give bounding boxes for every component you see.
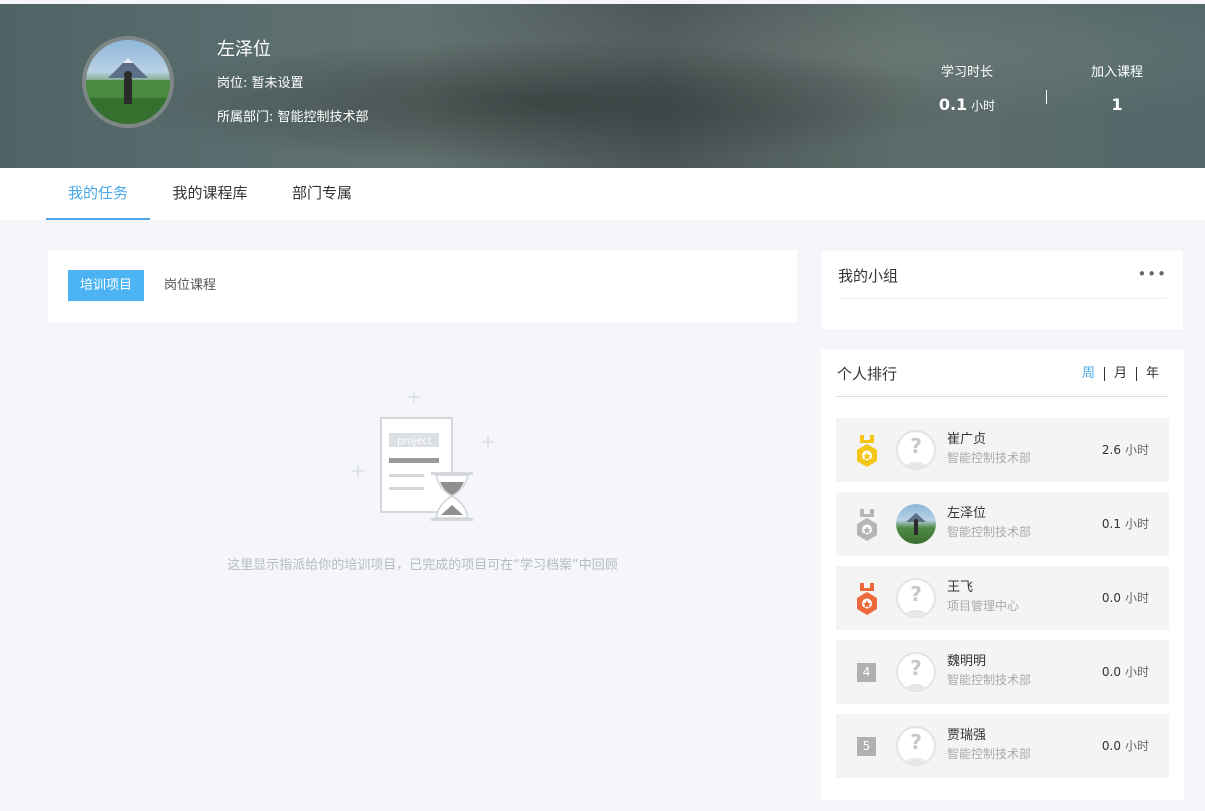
courses-value: 1 (1111, 95, 1123, 114)
ranking-dept: 智能控制技术部 (947, 451, 1032, 465)
main-nav: 我的任务 我的课程库 部门专属 (0, 168, 1205, 220)
avatar: ? (896, 726, 936, 766)
subtab-position-courses[interactable]: 岗位课程 (164, 270, 216, 301)
user-name: 左泽位 (217, 39, 271, 60)
bronze-medal-icon (857, 583, 877, 615)
hours-unit: 小时 (1124, 665, 1149, 679)
empty-state-text: 这里显示指派给你的培训项目，已完成的项目可在“学习档案”中回顾 (227, 558, 618, 573)
study-time-label: 学习时长 (940, 65, 993, 80)
personal-ranking-card: 个人排行 周 月 年 ? 崔广贞 智能控制技术部 2.6 小时 左泽位 智能控制… (821, 350, 1184, 800)
period-switcher: 周 月 年 (1073, 366, 1168, 382)
tasks-card: 培训项目 岗位课程 (48, 250, 797, 322)
ranking-hours: 0.0 小时 (1102, 738, 1149, 754)
svg-text:project: project (397, 436, 432, 447)
user-position: 岗位: 暂未设置 (217, 76, 304, 91)
more-icon[interactable]: ••• (1137, 265, 1167, 283)
group-title: 我的小组 (838, 267, 899, 285)
ranking-title: 个人排行 (837, 365, 898, 383)
avatar: ? (896, 652, 936, 692)
hours-unit: 小时 (1124, 591, 1149, 605)
silver-medal-icon (857, 509, 877, 541)
ranking-row[interactable]: ? 王飞 项目管理中心 0.0 小时 (836, 566, 1169, 630)
ranking-dept: 智能控制技术部 (947, 673, 1032, 687)
ranking-row[interactable]: 左泽位 智能控制技术部 0.1 小时 (836, 492, 1169, 556)
gold-medal-icon (857, 435, 877, 467)
user-department: 所属部门: 智能控制技术部 (217, 110, 369, 125)
study-time-unit: 小时 (971, 99, 996, 113)
ranking-name: 崔广贞 (947, 432, 987, 447)
tab-my-tasks[interactable]: 我的任务 (46, 168, 150, 220)
avatar: ? (896, 430, 936, 470)
avatar (896, 504, 936, 544)
rank-number-badge: 5 (857, 737, 876, 756)
ranking-name: 王飞 (947, 580, 974, 595)
hours-value: 0.1 (1101, 517, 1121, 531)
ranking-name: 贾瑞强 (947, 728, 987, 743)
ranking-dept: 项目管理中心 (947, 599, 1020, 613)
ranking-row[interactable]: 5 ? 贾瑞强 智能控制技术部 0.0 小时 (836, 714, 1169, 778)
avatar: ? (896, 578, 936, 618)
ranking-row[interactable]: 4 ? 魏明明 智能控制技术部 0.0 小时 (836, 640, 1169, 704)
hours-unit: 小时 (1124, 739, 1149, 753)
avatar-photo-icon (906, 513, 926, 535)
ranking-dept: 智能控制技术部 (947, 525, 1032, 539)
ranking-name: 左泽位 (947, 506, 987, 521)
study-time-number: 0.1 (938, 95, 968, 114)
study-time-stat: 学习时长 0.1 小时 (906, 64, 1028, 117)
courses-label: 加入课程 (1090, 65, 1143, 80)
my-group-card: 我的小组 ••• (822, 251, 1183, 329)
ranking-hours: 2.6 小时 (1102, 442, 1149, 458)
study-time-value: 0.1 小时 (906, 94, 1028, 117)
hours-unit: 小时 (1124, 443, 1149, 457)
period-year[interactable]: 年 (1137, 366, 1168, 382)
period-week[interactable]: 周 (1073, 366, 1104, 382)
hours-value: 0.0 (1101, 665, 1121, 679)
period-month[interactable]: 月 (1105, 366, 1136, 382)
ranking-hours: 0.1 小时 (1102, 516, 1149, 532)
divider (836, 396, 1169, 397)
courses-stat: 加入课程 1 (1066, 64, 1168, 116)
ranking-dept: 智能控制技术部 (947, 747, 1032, 761)
empty-project-icon: project (352, 391, 494, 521)
hours-value: 0.0 (1101, 591, 1121, 605)
ranking-hours: 0.0 小时 (1102, 590, 1149, 606)
subtab-training-projects[interactable]: 培训项目 (68, 270, 144, 301)
ranking-hours: 0.0 小时 (1102, 664, 1149, 680)
stats-divider (1046, 90, 1047, 104)
profile-info: 左泽位 岗位: 暂未设置 所属部门: 智能控制技术部 (217, 38, 369, 144)
ranking-name: 魏明明 (947, 654, 987, 669)
hours-value: 2.6 (1101, 443, 1121, 457)
rank-number-badge: 4 (857, 663, 876, 682)
hours-value: 0.0 (1101, 739, 1121, 753)
tab-department-exclusive[interactable]: 部门专属 (280, 168, 364, 220)
hours-unit: 小时 (1124, 517, 1149, 531)
avatar-photo-icon (86, 58, 170, 124)
user-avatar[interactable] (82, 36, 174, 128)
tab-my-course-library[interactable]: 我的课程库 (160, 168, 260, 220)
ranking-row[interactable]: ? 崔广贞 智能控制技术部 2.6 小时 (836, 418, 1169, 482)
divider (838, 298, 1167, 299)
